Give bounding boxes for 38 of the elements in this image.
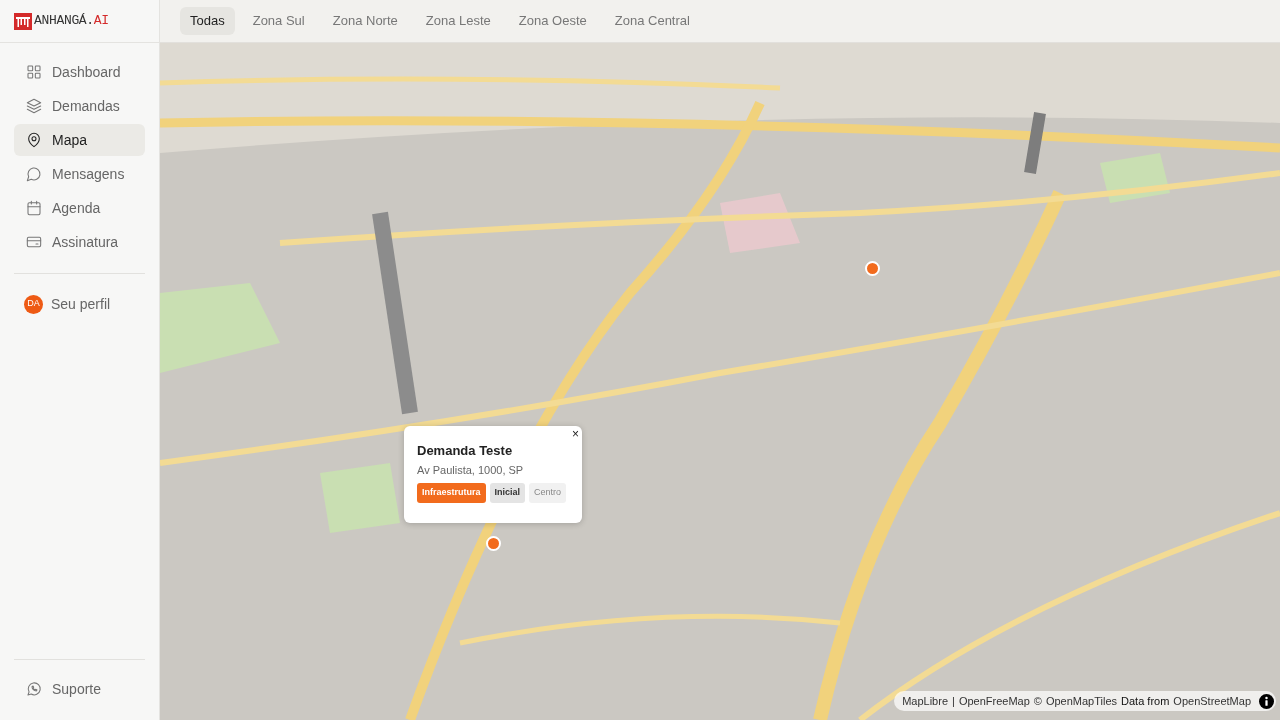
close-button[interactable]: ×	[571, 427, 580, 441]
map-pin-icon	[26, 132, 42, 148]
zone-tab[interactable]: Todas	[180, 7, 235, 35]
zone-tag: Centro	[529, 483, 567, 503]
info-icon[interactable]	[1259, 693, 1274, 709]
zone-tab[interactable]: Zona Central	[604, 7, 700, 35]
attribution-text: Data from	[1121, 693, 1170, 709]
card-icon	[26, 234, 42, 250]
zone-tab[interactable]: Zona Oeste	[508, 7, 597, 35]
sidebar-item[interactable]: Mensagens	[14, 158, 145, 190]
support-link[interactable]: Suporte	[14, 673, 145, 705]
sidebar-item[interactable]: Dashboard	[14, 56, 145, 88]
category-tag: Infraestrutura	[417, 483, 486, 503]
phone-bubble-icon	[26, 681, 42, 697]
profile-link[interactable]: DA Seu perfil	[14, 288, 145, 320]
zone-tab[interactable]: Zona Sul	[242, 7, 315, 35]
attribution-link[interactable]: OpenMapTiles	[1045, 692, 1118, 710]
avatar: DA	[24, 294, 43, 314]
status-tag: Inicial	[489, 483, 526, 503]
zone-tab[interactable]: Zona Leste	[415, 7, 501, 35]
logo-icon	[14, 12, 32, 30]
sidebar-item[interactable]: Mapa	[14, 124, 145, 156]
attribution-link[interactable]: OpenFreeMap	[958, 692, 1030, 710]
zone-tab[interactable]: Zona Norte	[322, 7, 408, 35]
popup-address: Av Paulista, 1000, SP	[417, 463, 525, 477]
sidebar-item[interactable]: Assinatura	[14, 226, 145, 258]
attribution-link[interactable]: OpenStreetMap	[1173, 692, 1251, 710]
calendar-icon	[26, 200, 42, 216]
attribution-link[interactable]: MapLibre	[902, 692, 948, 710]
grid-icon	[26, 64, 42, 80]
logo-text: ANHANGÁ.AI	[34, 12, 109, 31]
sidebar-item[interactable]: Demandas	[14, 90, 145, 122]
attribution-text: |	[952, 693, 955, 709]
popup-title: Demanda Teste	[417, 443, 514, 459]
chat-bubble-icon	[26, 166, 42, 182]
attribution-text: ©	[1033, 693, 1042, 709]
layers-icon	[26, 98, 42, 114]
sidebar-item[interactable]: Agenda	[14, 192, 145, 224]
